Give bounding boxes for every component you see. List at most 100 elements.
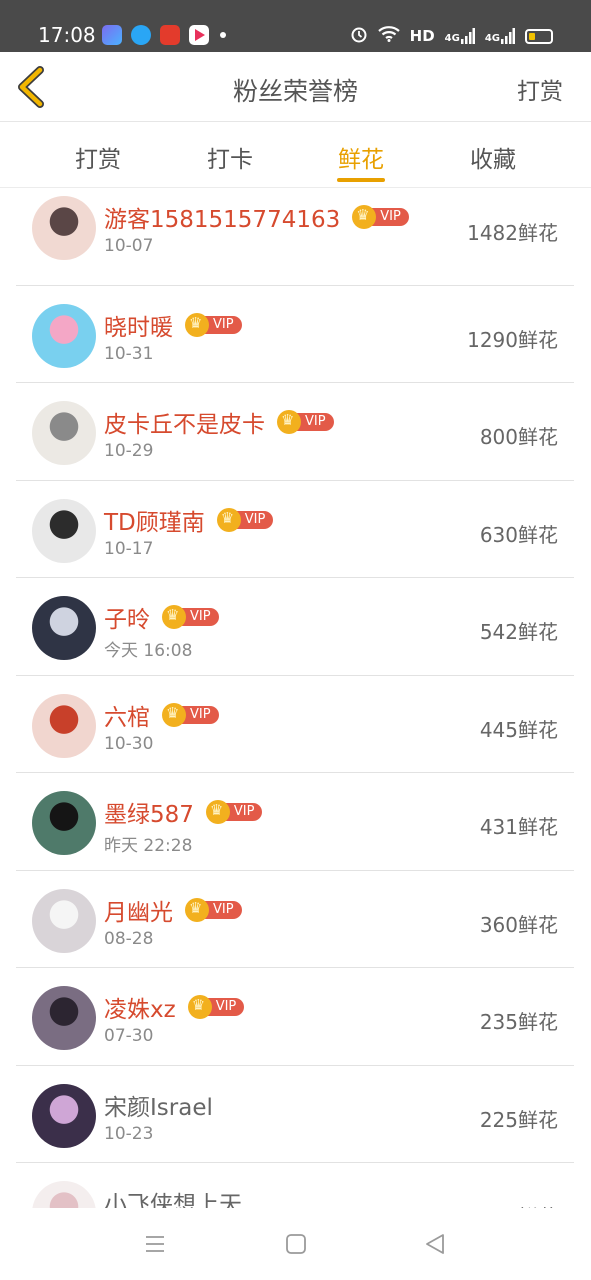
crown-icon xyxy=(162,702,186,727)
user-name-text: 墨绿587 xyxy=(104,802,194,828)
user-name-text: 游客1581515774163 xyxy=(104,207,341,233)
vip-badge: VIP xyxy=(162,702,219,727)
user-name[interactable]: 皮卡丘不是皮卡 VIP xyxy=(104,405,334,439)
system-icons: HD 4G 4G xyxy=(350,25,553,47)
activity-date: 10-31 xyxy=(104,343,154,364)
user-name[interactable]: 子昤 VIP xyxy=(104,600,219,634)
page-header: 粉丝荣誉榜 打赏 xyxy=(0,52,591,122)
hd-label: HD xyxy=(409,27,435,45)
tab-bar: 打赏 打卡 鲜花 收藏 xyxy=(0,122,591,188)
video-app-icon xyxy=(189,25,209,45)
page-title: 粉丝荣誉榜 xyxy=(232,77,358,106)
avatar[interactable] xyxy=(32,498,96,563)
signal-icon-2: 4G xyxy=(485,28,515,44)
list-item[interactable]: 皮卡丘不是皮卡 VIP 10-29 800鲜花 xyxy=(16,383,574,481)
list-item[interactable]: 凌姝xz VIP 07-30 235鲜花 xyxy=(16,968,574,1066)
more-notifications-dot xyxy=(220,32,226,38)
list-item[interactable]: 游客1581515774163 VIP 10-07 1482鲜花 xyxy=(16,188,574,286)
activity-date: 10-29 xyxy=(104,441,154,461)
list-item[interactable]: 宋颜Israel 10-23 225鲜花 xyxy=(16,1066,574,1163)
app-notification-icon-2 xyxy=(160,25,180,45)
avatar[interactable] xyxy=(32,596,96,660)
wifi-icon xyxy=(377,26,400,46)
avatar[interactable] xyxy=(32,196,96,260)
back-icon[interactable] xyxy=(423,1232,447,1256)
tab-favorites[interactable]: 收藏 xyxy=(453,140,533,174)
avatar[interactable] xyxy=(32,401,96,465)
avatar[interactable] xyxy=(32,791,96,855)
avatar[interactable] xyxy=(32,888,96,953)
user-name[interactable]: 墨绿587 VIP xyxy=(104,795,263,829)
system-nav-bar xyxy=(0,1208,591,1280)
flower-count: 1290鲜花 xyxy=(467,327,558,352)
avatar[interactable] xyxy=(32,986,96,1050)
user-name-text: 宋颜Israel xyxy=(104,1094,213,1121)
crown-icon xyxy=(277,410,301,434)
avatar[interactable] xyxy=(32,693,96,758)
user-name-text: 皮卡丘不是皮卡 xyxy=(104,412,265,438)
user-name-text: 小飞侠想上天 xyxy=(104,1192,242,1208)
user-name[interactable]: 小飞侠想上天 xyxy=(104,1185,242,1208)
flower-count: 431鲜花 xyxy=(479,815,558,839)
user-name[interactable]: 晓时暖 VIP xyxy=(104,308,242,342)
crown-icon xyxy=(185,312,209,337)
crown-icon xyxy=(162,605,186,629)
flower-count: 1482鲜花 xyxy=(467,221,558,245)
vip-badge: VIP xyxy=(187,995,245,1019)
status-bar: 17:08 HD 4G 4G xyxy=(0,0,591,52)
crown-icon xyxy=(216,507,241,532)
vip-badge: VIP xyxy=(277,410,334,434)
tab-flowers[interactable]: 鲜花 xyxy=(321,140,401,174)
user-name[interactable]: TD顾瑾南 VIP xyxy=(104,503,274,537)
activity-date: 10-23 xyxy=(104,1123,154,1144)
qq-icon xyxy=(131,25,151,45)
vip-badge: VIP xyxy=(205,800,263,824)
vip-badge: VIP xyxy=(162,605,219,629)
vip-badge: VIP xyxy=(185,897,242,922)
list-item[interactable]: 晓时暖 VIP 10-31 1290鲜花 xyxy=(16,286,574,383)
activity-date: 10-17 xyxy=(104,538,154,559)
list-item[interactable]: TD顾瑾南 VIP 10-17 630鲜花 xyxy=(16,481,574,578)
flower-count: 800鲜花 xyxy=(479,425,558,449)
flower-count: 445鲜花 xyxy=(479,717,558,742)
user-name[interactable]: 月幽光 VIP xyxy=(104,893,242,927)
activity-date: 10-07 xyxy=(104,236,154,256)
flower-count: 235鲜花 xyxy=(479,1010,558,1034)
avatar[interactable] xyxy=(32,1181,96,1208)
activity-date: 昨天 22:28 xyxy=(104,836,193,856)
menu-icon[interactable] xyxy=(143,1232,167,1256)
list-item[interactable]: 子昤 VIP 今天 16:08 542鲜花 xyxy=(16,578,574,676)
battery-icon xyxy=(525,28,553,44)
vip-badge: VIP xyxy=(185,312,242,337)
list-item[interactable]: 墨绿587 VIP 昨天 22:28 431鲜花 xyxy=(16,773,574,871)
user-name[interactable]: 游客1581515774163 VIP xyxy=(104,200,409,234)
activity-date: 10-30 xyxy=(104,733,154,754)
user-name-text: 月幽光 xyxy=(104,899,173,926)
crown-icon xyxy=(187,995,212,1019)
reward-button[interactable]: 打赏 xyxy=(517,72,563,106)
list-item[interactable]: 小飞侠想上天 219鲜花 xyxy=(16,1163,574,1208)
home-icon[interactable] xyxy=(284,1232,308,1256)
tab-checkin[interactable]: 打卡 xyxy=(190,140,270,174)
flower-count: 225鲜花 xyxy=(479,1107,558,1132)
signal-icon-1: 4G xyxy=(445,28,475,44)
avatar[interactable] xyxy=(32,303,96,368)
list-item[interactable]: 六棺 VIP 10-30 445鲜花 xyxy=(16,676,574,773)
user-name[interactable]: 六棺 VIP xyxy=(104,698,219,732)
user-name[interactable]: 宋颜Israel xyxy=(104,1088,213,1122)
list-item[interactable]: 月幽光 VIP 08-28 360鲜花 xyxy=(16,871,574,968)
activity-date: 今天 16:08 xyxy=(104,641,193,661)
vip-badge: VIP xyxy=(352,205,409,229)
user-name[interactable]: 凌姝xz VIP xyxy=(104,990,245,1024)
activity-date: 07-30 xyxy=(104,1026,154,1046)
user-name-text: 凌姝xz xyxy=(104,997,176,1023)
alarm-icon xyxy=(350,25,368,47)
user-name-text: TD顾瑾南 xyxy=(104,509,205,536)
fan-ranking-list[interactable]: 游客1581515774163 VIP 10-07 1482鲜花晓时暖 VIP 10-31… xyxy=(0,188,591,1208)
user-name-text: 子昤 xyxy=(104,607,150,633)
crown-icon xyxy=(205,800,230,824)
flower-count: 630鲜花 xyxy=(479,522,558,547)
avatar[interactable] xyxy=(32,1083,96,1148)
tab-reward[interactable]: 打赏 xyxy=(58,140,138,174)
user-name-text: 六棺 xyxy=(104,704,150,731)
